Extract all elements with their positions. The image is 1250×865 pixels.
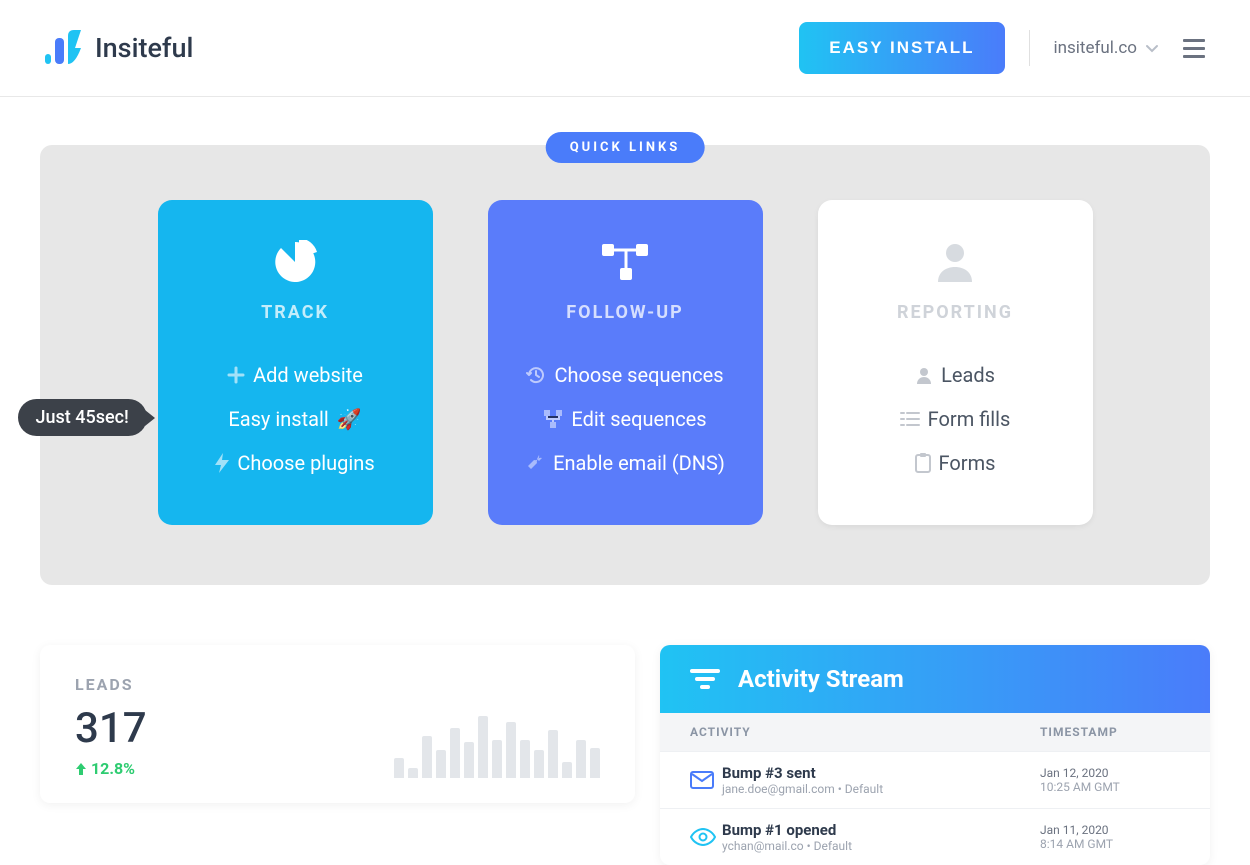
reporting-title: REPORTING <box>838 302 1073 323</box>
activity-row-time: 8:14 AM GMT <box>1040 837 1180 851</box>
bolt-icon <box>215 453 229 473</box>
choose-sequences-link[interactable]: Choose sequences <box>508 353 743 397</box>
quick-links-panel: TRACK Add website Just 45sec! Easy insta… <box>40 145 1210 585</box>
easy-install-link[interactable]: Just 45sec! Easy install 🚀 <box>178 397 413 441</box>
activity-row-title: Bump #1 opened <box>722 821 1040 839</box>
easy-install-button[interactable]: EASY INSTALL <box>799 22 1004 74</box>
quick-links-followup-card: FOLLOW-UP Choose sequences Edit sequence… <box>488 200 763 525</box>
header-right: EASY INSTALL insiteful.co <box>799 22 1205 74</box>
header: Insiteful EASY INSTALL insiteful.co <box>0 0 1250 97</box>
forms-link[interactable]: Forms <box>838 441 1073 485</box>
activity-table-header: ACTIVITY TIMESTAMP <box>660 713 1210 751</box>
choose-plugins-link[interactable]: Choose plugins <box>178 441 413 485</box>
activity-row-sub: ychan@mail.co • Default <box>722 839 1040 853</box>
arrow-up-icon <box>75 762 87 776</box>
clipboard-icon <box>915 453 931 473</box>
choose-plugins-label: Choose plugins <box>237 451 374 475</box>
add-website-link[interactable]: Add website <box>178 353 413 397</box>
activity-row[interactable]: Bump #1 opened ychan@mail.co • Default J… <box>660 808 1210 865</box>
col-timestamp-label: TIMESTAMP <box>1040 725 1180 739</box>
divider <box>1029 30 1030 66</box>
checklist-icon <box>900 410 920 428</box>
leads-sparkline <box>394 716 600 778</box>
activity-header: Activity Stream <box>660 645 1210 713</box>
person-icon <box>838 236 1073 288</box>
form-fills-link[interactable]: Form fills <box>838 397 1073 441</box>
envelope-icon <box>690 771 722 789</box>
activity-row-title: Bump #3 sent <box>722 764 1040 782</box>
leads-link-label: Leads <box>941 363 995 387</box>
edit-sequences-link[interactable]: Edit sequences <box>508 397 743 441</box>
brand-name: Insiteful <box>95 32 193 64</box>
enable-email-label: Enable email (DNS) <box>553 451 725 475</box>
rocket-icon: 🚀 <box>337 407 362 431</box>
dashboard-bottom-row: LEADS 317 12.8% Activity Stream ACTIVITY… <box>40 645 1210 865</box>
form-fills-label: Form fills <box>928 407 1011 431</box>
edit-sequences-label: Edit sequences <box>571 407 706 431</box>
domain-label: insiteful.co <box>1054 38 1138 58</box>
logo-icon <box>45 30 89 66</box>
flow-icon <box>508 236 743 288</box>
activity-row-time: 10:25 AM GMT <box>1040 780 1180 794</box>
col-activity-label: ACTIVITY <box>690 725 1040 739</box>
activity-row-date: Jan 12, 2020 <box>1040 766 1180 780</box>
activity-title: Activity Stream <box>738 665 904 693</box>
quick-links-reporting-card: REPORTING Leads Form fills Forms <box>818 200 1093 525</box>
activity-row-sub: jane.doe@gmail.com • Default <box>722 782 1040 796</box>
quick-links-badge: QUICK LINKS <box>546 132 705 163</box>
history-icon <box>526 365 546 385</box>
followup-title: FOLLOW-UP <box>508 302 743 323</box>
activity-stream-card: Activity Stream ACTIVITY TIMESTAMP Bump … <box>660 645 1210 865</box>
plus-icon <box>227 366 245 384</box>
chevron-down-icon <box>1145 41 1159 55</box>
forms-label: Forms <box>939 451 996 475</box>
track-title: TRACK <box>178 302 413 323</box>
menu-button[interactable] <box>1183 39 1205 58</box>
quick-links-track-card: TRACK Add website Just 45sec! Easy insta… <box>158 200 433 525</box>
filter-icon <box>690 667 720 691</box>
leads-card[interactable]: LEADS 317 12.8% <box>40 645 635 803</box>
leads-link[interactable]: Leads <box>838 353 1073 397</box>
domain-selector[interactable]: insiteful.co <box>1054 38 1160 58</box>
eye-icon <box>690 828 722 846</box>
activity-row[interactable]: Bump #3 sent jane.doe@gmail.com • Defaul… <box>660 751 1210 808</box>
choose-sequences-label: Choose sequences <box>554 363 723 387</box>
pie-chart-icon <box>178 236 413 288</box>
brand-logo[interactable]: Insiteful <box>45 30 193 66</box>
user-icon <box>915 366 933 384</box>
easy-install-tooltip: Just 45sec! <box>18 399 147 436</box>
easy-install-label: Easy install <box>228 407 328 431</box>
add-website-label: Add website <box>253 363 363 387</box>
leads-label: LEADS <box>75 675 600 694</box>
leads-change-value: 12.8% <box>91 759 135 778</box>
wrench-icon <box>525 453 545 473</box>
branch-icon <box>543 409 563 429</box>
activity-row-date: Jan 11, 2020 <box>1040 823 1180 837</box>
enable-email-link[interactable]: Enable email (DNS) <box>508 441 743 485</box>
